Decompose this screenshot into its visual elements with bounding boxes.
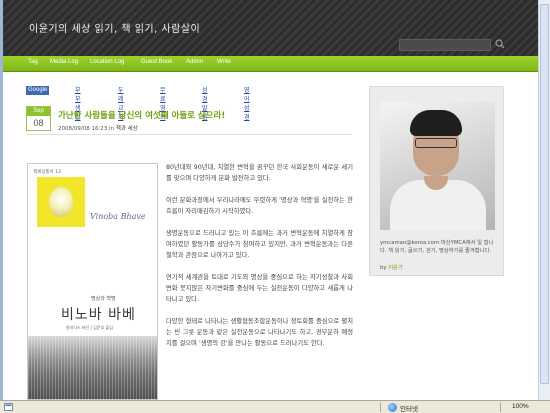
byline-prefix: by	[380, 265, 389, 271]
book-crowd-photo	[28, 336, 157, 399]
divider	[26, 134, 352, 135]
post-paragraph: 다양한 형태로 나타나는 생활협동조합운동이나 정토회를 중심으로 펼치는 빈 …	[166, 318, 353, 347]
google-ad-badge[interactable]: Google 광고	[26, 86, 50, 102]
book-title: 비노바 바베	[61, 307, 136, 323]
page-icon	[4, 403, 13, 411]
profile-description: ymcaman@korea.com 마산YMCA에서 일 합니다. 책 읽기, …	[380, 240, 494, 254]
book-series-label: 책세상총서 13	[33, 170, 61, 175]
nav-media-log[interactable]: Media Log	[50, 59, 78, 65]
book-english-title: Vinoba Bhave	[90, 212, 146, 221]
status-separator	[500, 402, 501, 412]
search-input[interactable]	[399, 39, 491, 51]
post-body: 80년대와 90년대, 치열한 변혁을 꿈꾸던 한국 사회운동이 새로운 세기를…	[166, 162, 353, 360]
nav-guest-book[interactable]: Guest Book	[141, 59, 172, 65]
post-title[interactable]: 가난한 사람들을 당신의 여섯째 아들로 삼으라!	[58, 109, 225, 121]
site-header: 이윤기의 세상 읽기, 책 읽기, 사람살이	[3, 0, 538, 56]
site-title[interactable]: 이윤기의 세상 읽기, 책 읽기, 사람살이	[29, 20, 200, 35]
scrollbar-thumb[interactable]	[540, 4, 549, 384]
security-zone-label: 인터넷	[400, 406, 418, 413]
post-meta: 2008/09/08 16:23 in 책과 세상	[58, 124, 138, 132]
portrait-face	[49, 187, 73, 217]
post-paragraph: 연기적 세계관을 토대로 기도와 명상을 중심으로 하는 자기성찰과 사회변화 …	[166, 274, 353, 303]
post-date-month: Sep	[27, 107, 50, 116]
post-paragraph: 생명운동으로 드러나고 있는 이 흐름에는 과거 변혁운동에 치열하게 참여하였…	[166, 230, 353, 259]
nav-admin[interactable]: Admin	[186, 59, 203, 65]
post-date-day: 08	[27, 116, 50, 130]
nav-tag[interactable]: Tag	[28, 59, 38, 65]
status-separator	[380, 402, 381, 412]
internet-zone-icon	[388, 403, 397, 412]
profile-photo	[380, 102, 495, 230]
post-category-link[interactable]: 책과 세상	[116, 126, 138, 132]
book-cover-image: 책세상총서 13 Vinoba Bhave 명상과 혁명 비노바 바베 칼리다스…	[27, 163, 158, 400]
nav-write[interactable]: Write	[217, 59, 231, 65]
profile-photo-hair	[410, 110, 462, 136]
post-paragraph: 80년대와 90년대, 치열한 변혁을 꿈꾸던 한국 사회운동이 새로운 세기를…	[166, 164, 353, 182]
book-author-caption: 칼리다스 바잔 / 김문호 옮김	[66, 325, 113, 330]
profile-photo-glasses	[415, 138, 457, 148]
post-timestamp: 2008/09/08 16:23 in	[58, 126, 116, 132]
author-name-link[interactable]: 이윤기	[388, 265, 403, 271]
post-paragraph: 이런 분화과정에서 우리나라에도 뚜렷하게 '명상과 혁명'을 실천하는 한 흐…	[166, 197, 353, 215]
profile-byline: by 이윤기	[380, 263, 403, 271]
browser-status-bar: 인터넷 100%	[0, 400, 550, 413]
book-subtitle: 명상과 혁명	[91, 296, 116, 302]
zoom-level[interactable]: 100%	[512, 403, 529, 410]
vertical-scrollbar[interactable]	[538, 0, 550, 400]
main-nav: Tag Media Log Location Log Guest Book Ad…	[3, 56, 538, 72]
search-icon[interactable]	[494, 38, 506, 50]
ad-link[interactable]: 영어성경	[244, 86, 250, 122]
book-portrait-photo	[37, 177, 85, 227]
post-date-badge: Sep 08	[26, 106, 51, 131]
nav-location-log[interactable]: Location Log	[90, 59, 124, 65]
